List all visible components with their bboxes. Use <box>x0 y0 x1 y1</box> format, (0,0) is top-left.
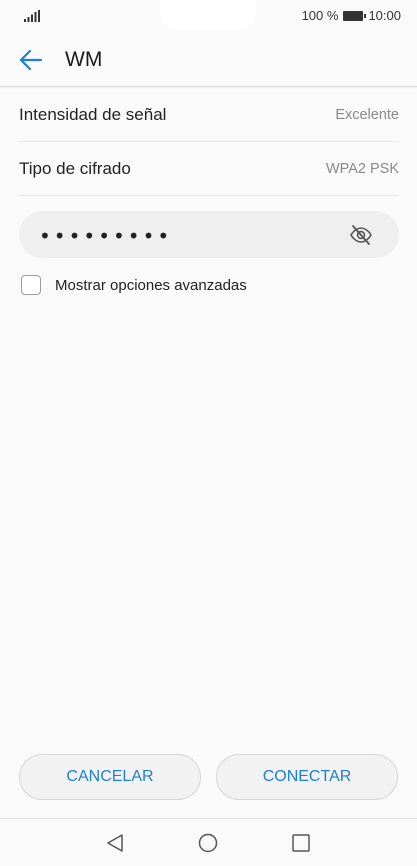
encryption-type-row: Tipo de cifrado WPA2 PSK <box>19 141 399 196</box>
app-header: WM <box>0 34 417 87</box>
connect-button[interactable]: CONECTAR <box>216 754 398 800</box>
status-bar: 100 % 10:00 <box>0 0 417 34</box>
advanced-options-row[interactable]: Mostrar opciones avanzadas <box>21 275 247 295</box>
clock: 10:00 <box>368 8 401 23</box>
eye-off-icon[interactable] <box>349 223 373 247</box>
page-title: WM <box>65 48 103 71</box>
battery-icon <box>343 10 367 21</box>
circle-home-icon[interactable] <box>198 833 218 853</box>
password-input[interactable] <box>37 223 341 249</box>
password-field[interactable] <box>19 211 399 258</box>
arrow-left-icon[interactable] <box>18 47 44 73</box>
signal-strength-row: Intensidad de señal Excelente <box>19 87 399 142</box>
square-recent-icon[interactable] <box>291 833 311 853</box>
encryption-type-value: WPA2 PSK <box>325 161 399 177</box>
triangle-back-icon[interactable] <box>106 833 124 853</box>
signal-strength-label: Intensidad de señal <box>19 105 167 124</box>
camera-notch <box>160 0 256 30</box>
cancel-button[interactable]: CANCELAR <box>19 754 201 800</box>
status-right: 100 % 10:00 <box>302 8 401 23</box>
battery-percent: 100 % <box>301 8 339 23</box>
signal-icon <box>24 10 40 22</box>
encryption-type-label: Tipo de cifrado <box>19 159 131 178</box>
system-nav-bar <box>0 818 417 866</box>
signal-strength-value: Excelente <box>335 107 399 123</box>
advanced-options-label: Mostrar opciones avanzadas <box>55 276 247 294</box>
wifi-network-screen: 100 % 10:00 WM Intensidad de señal Excel… <box>0 0 417 866</box>
advanced-options-checkbox[interactable] <box>21 275 41 295</box>
